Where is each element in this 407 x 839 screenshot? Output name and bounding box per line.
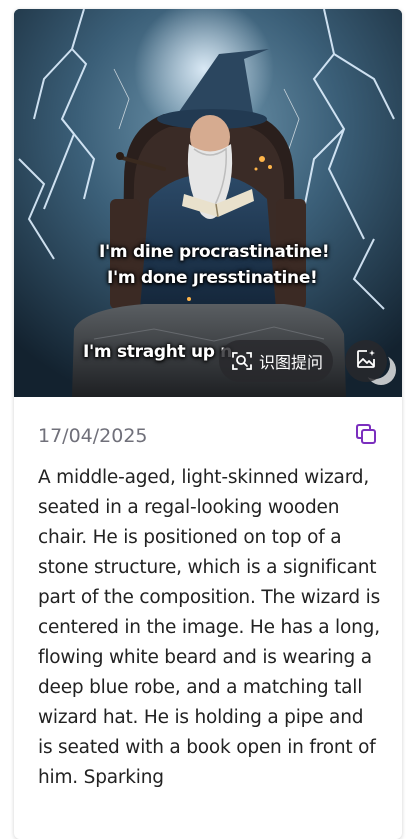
ocr-question-button[interactable]: 识图提问 (219, 340, 333, 382)
generated-image[interactable]: I'm dine procrastinatine! I'm done ȷress… (14, 9, 402, 397)
image-description: A middle-aged, light-skinned wizard, sea… (38, 467, 381, 788)
scan-text-icon (231, 350, 253, 372)
copy-icon (354, 422, 378, 450)
copy-button[interactable] (352, 422, 380, 450)
creation-date: 17/04/2025 (38, 425, 148, 447)
result-card: I'm dine procrastinatine! I'm done ȷress… (14, 9, 402, 839)
overlay-caption-line-1: I'm dine procrastinatine! (99, 242, 330, 262)
image-sparkle-icon (355, 348, 377, 374)
ocr-question-label: 识图提问 (259, 353, 324, 372)
wizard-scene-illustration (14, 9, 402, 397)
meta-row: 17/04/2025 (38, 422, 380, 450)
image-edit-button[interactable] (345, 340, 387, 382)
overlay-caption-line-3: I'm straght up n (83, 342, 233, 362)
overlay-caption-line-2: I'm done ȷresstinatine! (107, 268, 318, 288)
